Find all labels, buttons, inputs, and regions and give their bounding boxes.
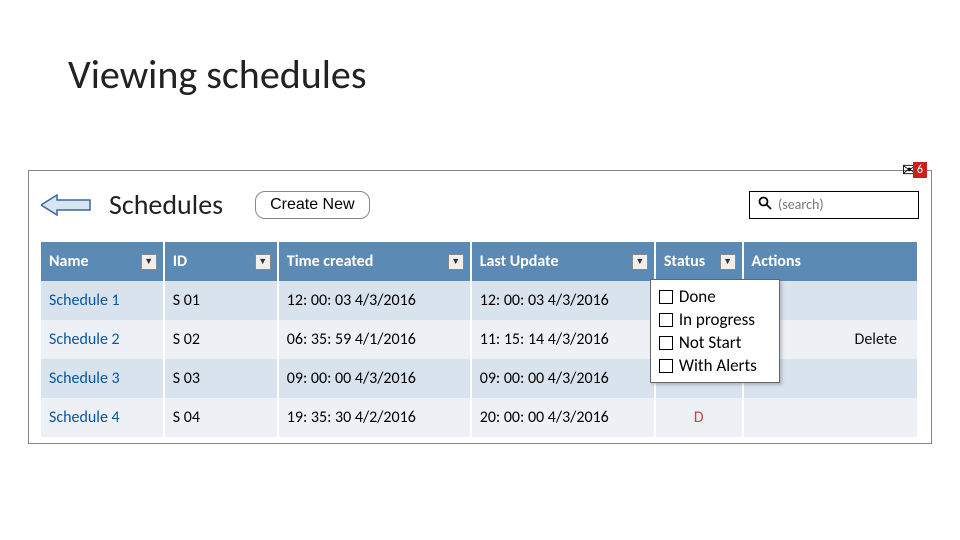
col-header-id: ID ▼ (164, 242, 278, 281)
col-header-id-label: ID (173, 252, 187, 271)
table-row: Schedule 1 S 01 12: 00: 03 4/3/2016 12: … (41, 281, 918, 320)
col-header-name-label: Name (49, 252, 89, 271)
notification-badge: 6 (913, 162, 927, 178)
sort-id-icon[interactable]: ▼ (255, 254, 271, 270)
panel-title: Schedules (109, 187, 223, 222)
sort-status-icon[interactable]: ▼ (720, 254, 736, 270)
col-header-actions-label: Actions (752, 252, 801, 271)
cell-last-update: 11: 15: 14 4/3/2016 (471, 320, 655, 359)
delete-link[interactable]: Delete (855, 330, 898, 349)
filter-option-with-alerts[interactable]: With Alerts (659, 355, 771, 376)
search-icon (758, 196, 772, 214)
cell-status: D (655, 398, 743, 437)
cell-id: S 02 (164, 320, 278, 359)
filter-label: In progress (679, 309, 755, 330)
cell-last-update: 09: 00: 00 4/3/2016 (471, 359, 655, 398)
checkbox-icon (659, 313, 673, 327)
cell-name[interactable]: Schedule 2 (41, 320, 164, 359)
schedules-table: Name ▼ ID ▼ Time created ▼ Last Update ▼… (41, 242, 919, 437)
col-header-name: Name ▼ (41, 242, 164, 281)
table-row: Schedule 2 S 02 06: 35: 59 4/1/2016 11: … (41, 320, 918, 359)
cell-id: S 01 (164, 281, 278, 320)
back-arrow-icon[interactable] (41, 194, 91, 216)
filter-label: Done (679, 286, 716, 307)
filter-option-done[interactable]: Done (659, 286, 771, 307)
page-title: Viewing schedules (68, 50, 366, 99)
filter-option-in-progress[interactable]: In progress (659, 309, 771, 330)
cell-name[interactable]: Schedule 4 (41, 398, 164, 437)
col-header-actions: Actions (743, 242, 918, 281)
cell-time-created: 19: 35: 30 4/2/2016 (278, 398, 471, 437)
col-header-time-label: Time created (287, 252, 374, 271)
notification-indicator[interactable]: ✉ 6 (902, 159, 927, 181)
cell-last-update: 20: 00: 00 4/3/2016 (471, 398, 655, 437)
sort-name-icon[interactable]: ▼ (141, 254, 157, 270)
sort-last-icon[interactable]: ▼ (632, 254, 648, 270)
cell-name[interactable]: Schedule 1 (41, 281, 164, 320)
filter-label: With Alerts (679, 355, 757, 376)
col-header-time-created: Time created ▼ (278, 242, 471, 281)
cell-time-created: 12: 00: 03 4/3/2016 (278, 281, 471, 320)
checkbox-icon (659, 359, 673, 373)
sort-time-icon[interactable]: ▼ (448, 254, 464, 270)
cell-name[interactable]: Schedule 3 (41, 359, 164, 398)
search-input[interactable] (778, 196, 910, 213)
table-row: Schedule 4 S 04 19: 35: 30 4/2/2016 20: … (41, 398, 918, 437)
col-header-status: Status ▼ Done In progress Not Start With… (655, 242, 743, 281)
status-filter-popup: Done In progress Not Start With Alerts (650, 279, 780, 383)
cell-time-created: 06: 35: 59 4/1/2016 (278, 320, 471, 359)
cell-actions (743, 398, 918, 437)
col-header-last-label: Last Update (480, 252, 559, 271)
checkbox-icon (659, 290, 673, 304)
schedules-panel: ✉ 6 Schedules Create New Name ▼ (28, 170, 932, 444)
search-box[interactable] (749, 191, 919, 219)
toolbar: Schedules Create New (41, 187, 919, 222)
filter-option-not-start[interactable]: Not Start (659, 332, 771, 353)
checkbox-icon (659, 336, 673, 350)
cell-id: S 03 (164, 359, 278, 398)
cell-last-update: 12: 00: 03 4/3/2016 (471, 281, 655, 320)
filter-label: Not Start (679, 332, 742, 353)
cell-id: S 04 (164, 398, 278, 437)
create-new-button[interactable]: Create New (255, 191, 369, 219)
col-header-last-update: Last Update ▼ (471, 242, 655, 281)
cell-time-created: 09: 00: 00 4/3/2016 (278, 359, 471, 398)
col-header-status-label: Status (664, 252, 705, 271)
table-row: Schedule 3 S 03 09: 00: 00 4/3/2016 09: … (41, 359, 918, 398)
